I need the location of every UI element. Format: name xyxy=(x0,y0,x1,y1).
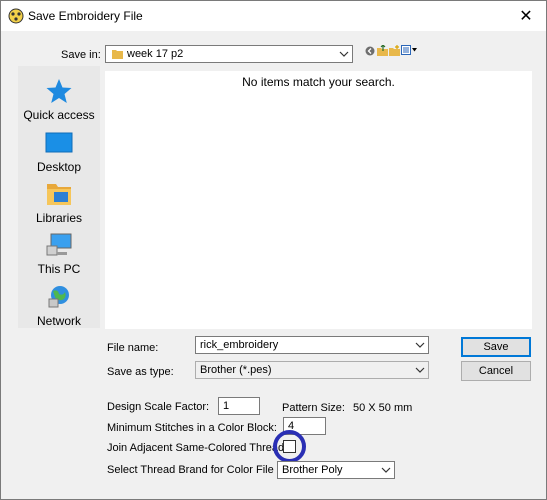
chevron-down-icon xyxy=(381,467,391,473)
chevron-down-icon xyxy=(415,367,425,373)
libraries-icon xyxy=(47,184,71,205)
nav-item-this-pc[interactable]: This PC xyxy=(18,232,100,276)
app-icon xyxy=(8,8,24,24)
file-name-combo[interactable]: rick_embroidery xyxy=(195,336,429,354)
design-scale-label: Design Scale Factor: xyxy=(107,401,210,413)
new-folder-icon[interactable] xyxy=(389,45,400,56)
window-title: Save Embroidery File xyxy=(28,9,143,23)
close-button[interactable]: ✕ xyxy=(506,1,546,31)
up-folder-icon[interactable] xyxy=(377,45,388,56)
annotation-circle xyxy=(273,430,306,463)
title-bar: Save Embroidery File ✕ xyxy=(1,1,546,31)
computer-icon xyxy=(46,233,72,256)
save-as-type-value: Brother (*.pes) xyxy=(200,364,272,376)
join-threads-label: Join Adjacent Same-Colored Threads xyxy=(107,442,290,454)
nav-label-network: Network xyxy=(36,314,81,328)
min-stitches-label: Minimum Stitches in a Color Block: xyxy=(107,422,277,434)
desktop-icon xyxy=(45,132,73,153)
nav-label-this-pc: This PC xyxy=(37,262,81,276)
star-icon xyxy=(46,79,72,103)
nav-item-quick-access[interactable]: Quick access xyxy=(18,78,100,122)
close-icon: ✕ xyxy=(519,8,533,25)
save-in-label: Save in: xyxy=(61,49,101,61)
empty-message: No items match your search. xyxy=(242,75,395,89)
save-in-dropdown[interactable]: week 17 p2 xyxy=(105,45,353,63)
places-bar: Quick access Desktop Libraries This PC N… xyxy=(18,66,100,328)
back-icon[interactable] xyxy=(365,46,375,56)
thread-brand-dropdown[interactable]: Brother Poly xyxy=(277,461,395,479)
nav-label-libraries: Libraries xyxy=(35,211,83,225)
save-dialog: Save Embroidery File ✕ Save in: week 17 … xyxy=(0,0,547,500)
chevron-down-icon xyxy=(339,51,349,57)
network-icon xyxy=(48,286,69,308)
save-in-value: week 17 p2 xyxy=(127,48,184,60)
folder-icon xyxy=(112,50,123,59)
save-button[interactable]: Save xyxy=(461,337,531,357)
file-name-value[interactable]: rick_embroidery xyxy=(200,339,278,351)
save-as-type-dropdown[interactable]: Brother (*.pes) xyxy=(195,361,429,379)
pattern-size-label: Pattern Size: xyxy=(282,402,345,414)
file-list[interactable]: No items match your search. xyxy=(105,71,532,329)
nav-item-libraries[interactable]: Libraries xyxy=(18,181,100,225)
file-name-label: File name: xyxy=(107,342,159,354)
thread-brand-value: Brother Poly xyxy=(282,464,343,476)
pattern-size-value: 50 X 50 mm xyxy=(353,402,413,414)
nav-label-desktop: Desktop xyxy=(36,160,82,174)
thread-brand-label: Select Thread Brand for Color File xyxy=(107,464,274,476)
view-menu-icon[interactable] xyxy=(401,45,417,56)
nav-item-network[interactable]: Network xyxy=(18,284,100,328)
cancel-button[interactable]: Cancel xyxy=(461,361,531,381)
design-scale-input[interactable]: 1 xyxy=(218,397,260,415)
save-as-type-label: Save as type: xyxy=(107,366,174,378)
nav-label-quick-access: Quick access xyxy=(23,108,95,122)
chevron-down-icon[interactable] xyxy=(415,340,425,350)
folder-toolbar xyxy=(365,45,417,57)
nav-item-desktop[interactable]: Desktop xyxy=(18,130,100,174)
